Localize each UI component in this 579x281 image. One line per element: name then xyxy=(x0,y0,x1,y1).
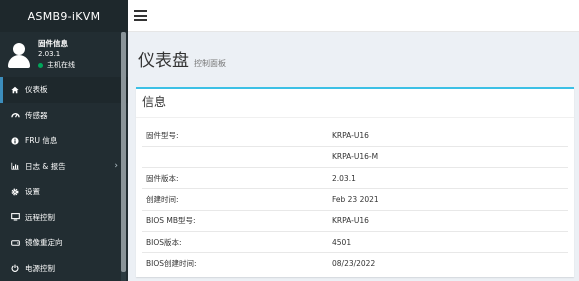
sidebar-item-label: 日志 & 报告 xyxy=(25,161,66,171)
avatar xyxy=(6,42,32,68)
row-value: 4501 xyxy=(328,230,568,253)
home-icon xyxy=(9,86,21,94)
status-dot-icon xyxy=(38,63,43,68)
sidebar-item-media-redirection[interactable]: 镜像重定向 xyxy=(0,230,128,256)
info-box: 信息 固件型号: KRPA-U16 KRPA-U16-M 固件版本: 2.03.1 … xyxy=(136,87,574,277)
row-value: KRPA-U16 xyxy=(328,209,568,232)
table-row: 固件型号: KRPA-U16 xyxy=(142,125,568,146)
row-value: 08/23/2022 xyxy=(328,252,568,275)
brand-logo[interactable]: ASMB9-iKVM xyxy=(0,0,128,32)
table-row: BIOS MB型号: KRPA-U16 xyxy=(142,209,568,232)
row-key: BIOS版本: xyxy=(142,230,328,253)
info-icon xyxy=(9,137,21,145)
sidebar-item-label: 镜像重定向 xyxy=(25,238,63,248)
row-key xyxy=(142,145,328,168)
sidebar-item-dashboard[interactable]: 仪表板 xyxy=(0,77,128,103)
hamburger-menu-icon[interactable] xyxy=(134,10,147,21)
sidebar-item-logs[interactable]: 日志 & 报告 › xyxy=(0,154,128,180)
sidebar-item-sensors[interactable]: 传感器 xyxy=(0,103,128,129)
scrollbar-thumb[interactable] xyxy=(121,32,126,272)
table-row: 创建时间: Feb 23 2021 xyxy=(142,188,568,211)
sidebar-item-label: FRU 信息 xyxy=(25,136,58,146)
row-value: 2.03.1 xyxy=(328,167,568,189)
divider xyxy=(136,117,574,118)
row-value: KRPA-U16 xyxy=(332,130,369,140)
sidebar-item-fru[interactable]: FRU 信息 xyxy=(0,128,128,154)
table-row: BIOS版本: 4501 xyxy=(142,230,568,253)
table-row: KRPA-U16-M xyxy=(142,145,568,168)
chevron-right-icon: › xyxy=(114,161,118,172)
sidebar-item-remote-control[interactable]: 远程控制 xyxy=(0,205,128,231)
page-title: 仪表盘 xyxy=(138,51,189,71)
sidebar-item-label: 远程控制 xyxy=(25,212,55,222)
host-status: 主机在线 xyxy=(38,60,75,71)
sidebar-scrollbar[interactable] xyxy=(121,32,126,281)
sidebar-item-settings[interactable]: 设置 xyxy=(0,179,128,205)
sidebar-menu: 仪表板 传感器 FRU 信息 日志 & 报告 › 设置 远程控制 镜像重定向 电… xyxy=(0,77,128,281)
row-key: 创建时间: xyxy=(142,188,328,211)
power-icon xyxy=(9,264,21,273)
user-name: 固件信息 xyxy=(38,39,68,48)
sidebar: ASMB9-iKVM 固件信息 2.03.1 主机在线 仪表板 传感器 FRU … xyxy=(0,0,128,281)
row-key: BIOS MB型号: xyxy=(142,209,328,232)
row-key: BIOS创建时间: xyxy=(142,252,328,275)
row-value: KRPA-U16-M xyxy=(328,145,568,168)
content-header: 仪表盘 控制面板 xyxy=(138,46,226,71)
row-value: Feb 23 2021 xyxy=(328,188,568,211)
table-row: BIOS创建时间: 08/23/2022 xyxy=(142,252,568,275)
drive-icon xyxy=(9,239,21,247)
sidebar-item-label: 仪表板 xyxy=(25,85,48,95)
host-status-label: 主机在线 xyxy=(47,61,75,69)
top-navbar xyxy=(128,0,579,32)
page-subtitle: 控制面板 xyxy=(194,59,226,68)
sidebar-item-power-control[interactable]: 电源控制 xyxy=(0,256,128,281)
row-key: 固件型号: xyxy=(146,130,179,140)
info-box-title: 信息 xyxy=(142,95,167,109)
gauge-icon xyxy=(9,111,21,119)
sidebar-item-label: 设置 xyxy=(25,187,40,197)
sidebar-item-label: 传感器 xyxy=(25,110,48,120)
user-panel: 固件信息 2.03.1 主机在线 xyxy=(0,32,128,77)
monitor-icon xyxy=(9,213,21,221)
info-table: 固件型号: KRPA-U16 KRPA-U16-M 固件版本: 2.03.1 创建时… xyxy=(142,125,568,275)
firmware-version: 2.03.1 xyxy=(38,50,61,58)
sidebar-item-label: 电源控制 xyxy=(25,263,55,273)
row-key: 固件版本: xyxy=(142,167,328,189)
table-row: 固件版本: 2.03.1 xyxy=(142,167,568,189)
gear-icon xyxy=(9,188,21,196)
bar-chart-icon xyxy=(9,162,21,170)
